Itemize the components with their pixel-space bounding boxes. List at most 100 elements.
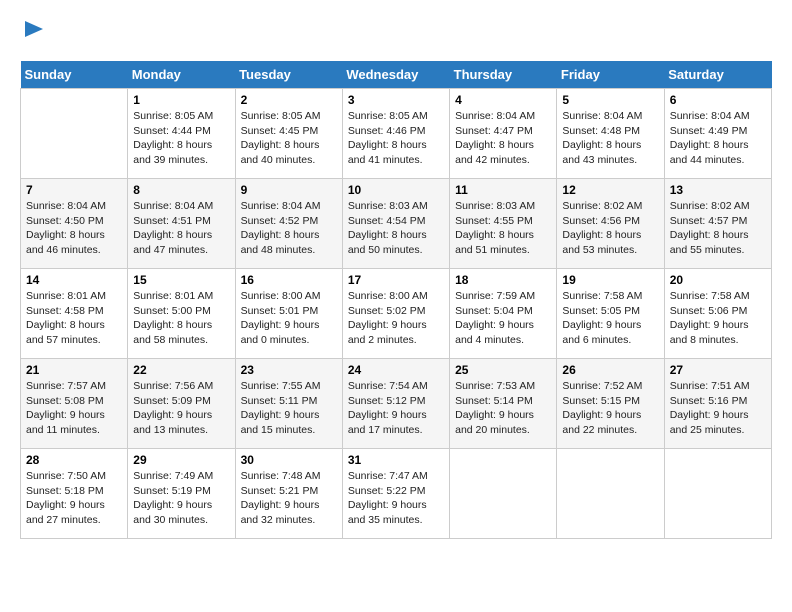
day-number: 25 [455, 363, 551, 377]
calendar-cell: 9 Sunrise: 8:04 AM Sunset: 4:52 PM Daylig… [235, 179, 342, 269]
calendar-cell [557, 449, 664, 539]
day-number: 29 [133, 453, 229, 467]
day-number: 2 [241, 93, 337, 107]
day-of-week-header: Saturday [664, 61, 771, 89]
calendar-week-row: 7 Sunrise: 8:04 AM Sunset: 4:50 PM Daylig… [21, 179, 772, 269]
calendar-header: SundayMondayTuesdayWednesdayThursdayFrid… [21, 61, 772, 89]
day-info: Sunrise: 8:04 AM Sunset: 4:51 PM Dayligh… [133, 199, 229, 258]
day-of-week-header: Friday [557, 61, 664, 89]
day-number: 11 [455, 183, 551, 197]
calendar-cell: 8 Sunrise: 8:04 AM Sunset: 4:51 PM Daylig… [128, 179, 235, 269]
day-info: Sunrise: 7:52 AM Sunset: 5:15 PM Dayligh… [562, 379, 658, 438]
calendar-cell: 7 Sunrise: 8:04 AM Sunset: 4:50 PM Daylig… [21, 179, 128, 269]
day-info: Sunrise: 7:55 AM Sunset: 5:11 PM Dayligh… [241, 379, 337, 438]
day-info: Sunrise: 8:02 AM Sunset: 4:57 PM Dayligh… [670, 199, 766, 258]
day-info: Sunrise: 7:48 AM Sunset: 5:21 PM Dayligh… [241, 469, 337, 528]
day-info: Sunrise: 7:58 AM Sunset: 5:05 PM Dayligh… [562, 289, 658, 348]
calendar-cell: 15Sunrise: 8:01 AM Sunset: 5:00 PM Dayli… [128, 269, 235, 359]
header-row: SundayMondayTuesdayWednesdayThursdayFrid… [21, 61, 772, 89]
calendar-cell: 14Sunrise: 8:01 AM Sunset: 4:58 PM Dayli… [21, 269, 128, 359]
day-number: 8 [133, 183, 229, 197]
day-info: Sunrise: 8:03 AM Sunset: 4:55 PM Dayligh… [455, 199, 551, 258]
day-number: 16 [241, 273, 337, 287]
day-number: 6 [670, 93, 766, 107]
day-of-week-header: Sunday [21, 61, 128, 89]
calendar-cell: 11 Sunrise: 8:03 AM Sunset: 4:55 PM Dayli… [450, 179, 557, 269]
calendar-cell: 4 Sunrise: 8:04 AM Sunset: 4:47 PM Daylig… [450, 89, 557, 179]
calendar-cell: 21 Sunrise: 7:57 AM Sunset: 5:08 PM Dayli… [21, 359, 128, 449]
calendar-cell: 19 Sunrise: 7:58 AM Sunset: 5:05 PM Dayli… [557, 269, 664, 359]
day-info: Sunrise: 8:00 AM Sunset: 5:02 PM Dayligh… [348, 289, 444, 348]
day-info: Sunrise: 7:50 AM Sunset: 5:18 PM Dayligh… [26, 469, 122, 528]
day-number: 21 [26, 363, 122, 377]
day-info: Sunrise: 7:56 AM Sunset: 5:09 PM Dayligh… [133, 379, 229, 438]
day-info: Sunrise: 8:04 AM Sunset: 4:48 PM Dayligh… [562, 109, 658, 168]
day-info: Sunrise: 8:02 AM Sunset: 4:56 PM Dayligh… [562, 199, 658, 258]
day-number: 18 [455, 273, 551, 287]
day-info: Sunrise: 8:05 AM Sunset: 4:46 PM Dayligh… [348, 109, 444, 168]
calendar-cell: 10 Sunrise: 8:03 AM Sunset: 4:54 PM Dayli… [342, 179, 449, 269]
calendar-week-row: 1 Sunrise: 8:05 AM Sunset: 4:44 PM Daylig… [21, 89, 772, 179]
day-info: Sunrise: 7:47 AM Sunset: 5:22 PM Dayligh… [348, 469, 444, 528]
calendar-cell [21, 89, 128, 179]
calendar-cell: 31 Sunrise: 7:47 AM Sunset: 5:22 PM Dayli… [342, 449, 449, 539]
calendar-week-row: 21 Sunrise: 7:57 AM Sunset: 5:08 PM Dayli… [21, 359, 772, 449]
calendar-week-row: 28 Sunrise: 7:50 AM Sunset: 5:18 PM Dayli… [21, 449, 772, 539]
calendar-cell: 16 Sunrise: 8:00 AM Sunset: 5:01 PM Dayli… [235, 269, 342, 359]
calendar-cell: 13Sunrise: 8:02 AM Sunset: 4:57 PM Dayli… [664, 179, 771, 269]
logo-arrow-icon [23, 18, 45, 40]
calendar-cell: 28 Sunrise: 7:50 AM Sunset: 5:18 PM Dayli… [21, 449, 128, 539]
day-number: 12 [562, 183, 658, 197]
calendar-cell: 27Sunrise: 7:51 AM Sunset: 5:16 PM Dayli… [664, 359, 771, 449]
day-of-week-header: Tuesday [235, 61, 342, 89]
day-info: Sunrise: 8:01 AM Sunset: 5:00 PM Dayligh… [133, 289, 229, 348]
day-number: 10 [348, 183, 444, 197]
day-number: 17 [348, 273, 444, 287]
day-info: Sunrise: 8:04 AM Sunset: 4:47 PM Dayligh… [455, 109, 551, 168]
calendar-week-row: 14Sunrise: 8:01 AM Sunset: 4:58 PM Dayli… [21, 269, 772, 359]
day-info: Sunrise: 7:59 AM Sunset: 5:04 PM Dayligh… [455, 289, 551, 348]
day-number: 14 [26, 273, 122, 287]
day-info: Sunrise: 7:57 AM Sunset: 5:08 PM Dayligh… [26, 379, 122, 438]
day-info: Sunrise: 8:03 AM Sunset: 4:54 PM Dayligh… [348, 199, 444, 258]
day-info: Sunrise: 7:49 AM Sunset: 5:19 PM Dayligh… [133, 469, 229, 528]
calendar-cell: 3 Sunrise: 8:05 AM Sunset: 4:46 PM Daylig… [342, 89, 449, 179]
day-number: 19 [562, 273, 658, 287]
day-number: 9 [241, 183, 337, 197]
calendar-cell: 5Sunrise: 8:04 AM Sunset: 4:48 PM Daylig… [557, 89, 664, 179]
day-info: Sunrise: 7:58 AM Sunset: 5:06 PM Dayligh… [670, 289, 766, 348]
logo [20, 20, 45, 45]
calendar-cell: 25 Sunrise: 7:53 AM Sunset: 5:14 PM Dayli… [450, 359, 557, 449]
day-info: Sunrise: 8:04 AM Sunset: 4:50 PM Dayligh… [26, 199, 122, 258]
calendar-cell: 6Sunrise: 8:04 AM Sunset: 4:49 PM Daylig… [664, 89, 771, 179]
day-number: 26 [562, 363, 658, 377]
day-number: 28 [26, 453, 122, 467]
calendar-cell: 23 Sunrise: 7:55 AM Sunset: 5:11 PM Dayli… [235, 359, 342, 449]
day-number: 1 [133, 93, 229, 107]
day-info: Sunrise: 7:53 AM Sunset: 5:14 PM Dayligh… [455, 379, 551, 438]
day-info: Sunrise: 8:00 AM Sunset: 5:01 PM Dayligh… [241, 289, 337, 348]
day-info: Sunrise: 8:05 AM Sunset: 4:44 PM Dayligh… [133, 109, 229, 168]
day-number: 4 [455, 93, 551, 107]
calendar-cell: 24Sunrise: 7:54 AM Sunset: 5:12 PM Dayli… [342, 359, 449, 449]
day-number: 22 [133, 363, 229, 377]
day-info: Sunrise: 7:54 AM Sunset: 5:12 PM Dayligh… [348, 379, 444, 438]
calendar-cell: 18 Sunrise: 7:59 AM Sunset: 5:04 PM Dayli… [450, 269, 557, 359]
day-info: Sunrise: 8:04 AM Sunset: 4:52 PM Dayligh… [241, 199, 337, 258]
calendar-cell: 2 Sunrise: 8:05 AM Sunset: 4:45 PM Daylig… [235, 89, 342, 179]
calendar-cell: 12 Sunrise: 8:02 AM Sunset: 4:56 PM Dayli… [557, 179, 664, 269]
calendar-cell: 17 Sunrise: 8:00 AM Sunset: 5:02 PM Dayli… [342, 269, 449, 359]
page-header [20, 20, 772, 45]
day-info: Sunrise: 8:05 AM Sunset: 4:45 PM Dayligh… [241, 109, 337, 168]
day-number: 20 [670, 273, 766, 287]
calendar-cell [664, 449, 771, 539]
calendar-table: SundayMondayTuesdayWednesdayThursdayFrid… [20, 61, 772, 539]
day-number: 23 [241, 363, 337, 377]
day-number: 3 [348, 93, 444, 107]
day-number: 30 [241, 453, 337, 467]
day-number: 27 [670, 363, 766, 377]
calendar-cell: 29 Sunrise: 7:49 AM Sunset: 5:19 PM Dayli… [128, 449, 235, 539]
day-number: 31 [348, 453, 444, 467]
day-number: 7 [26, 183, 122, 197]
calendar-cell [450, 449, 557, 539]
